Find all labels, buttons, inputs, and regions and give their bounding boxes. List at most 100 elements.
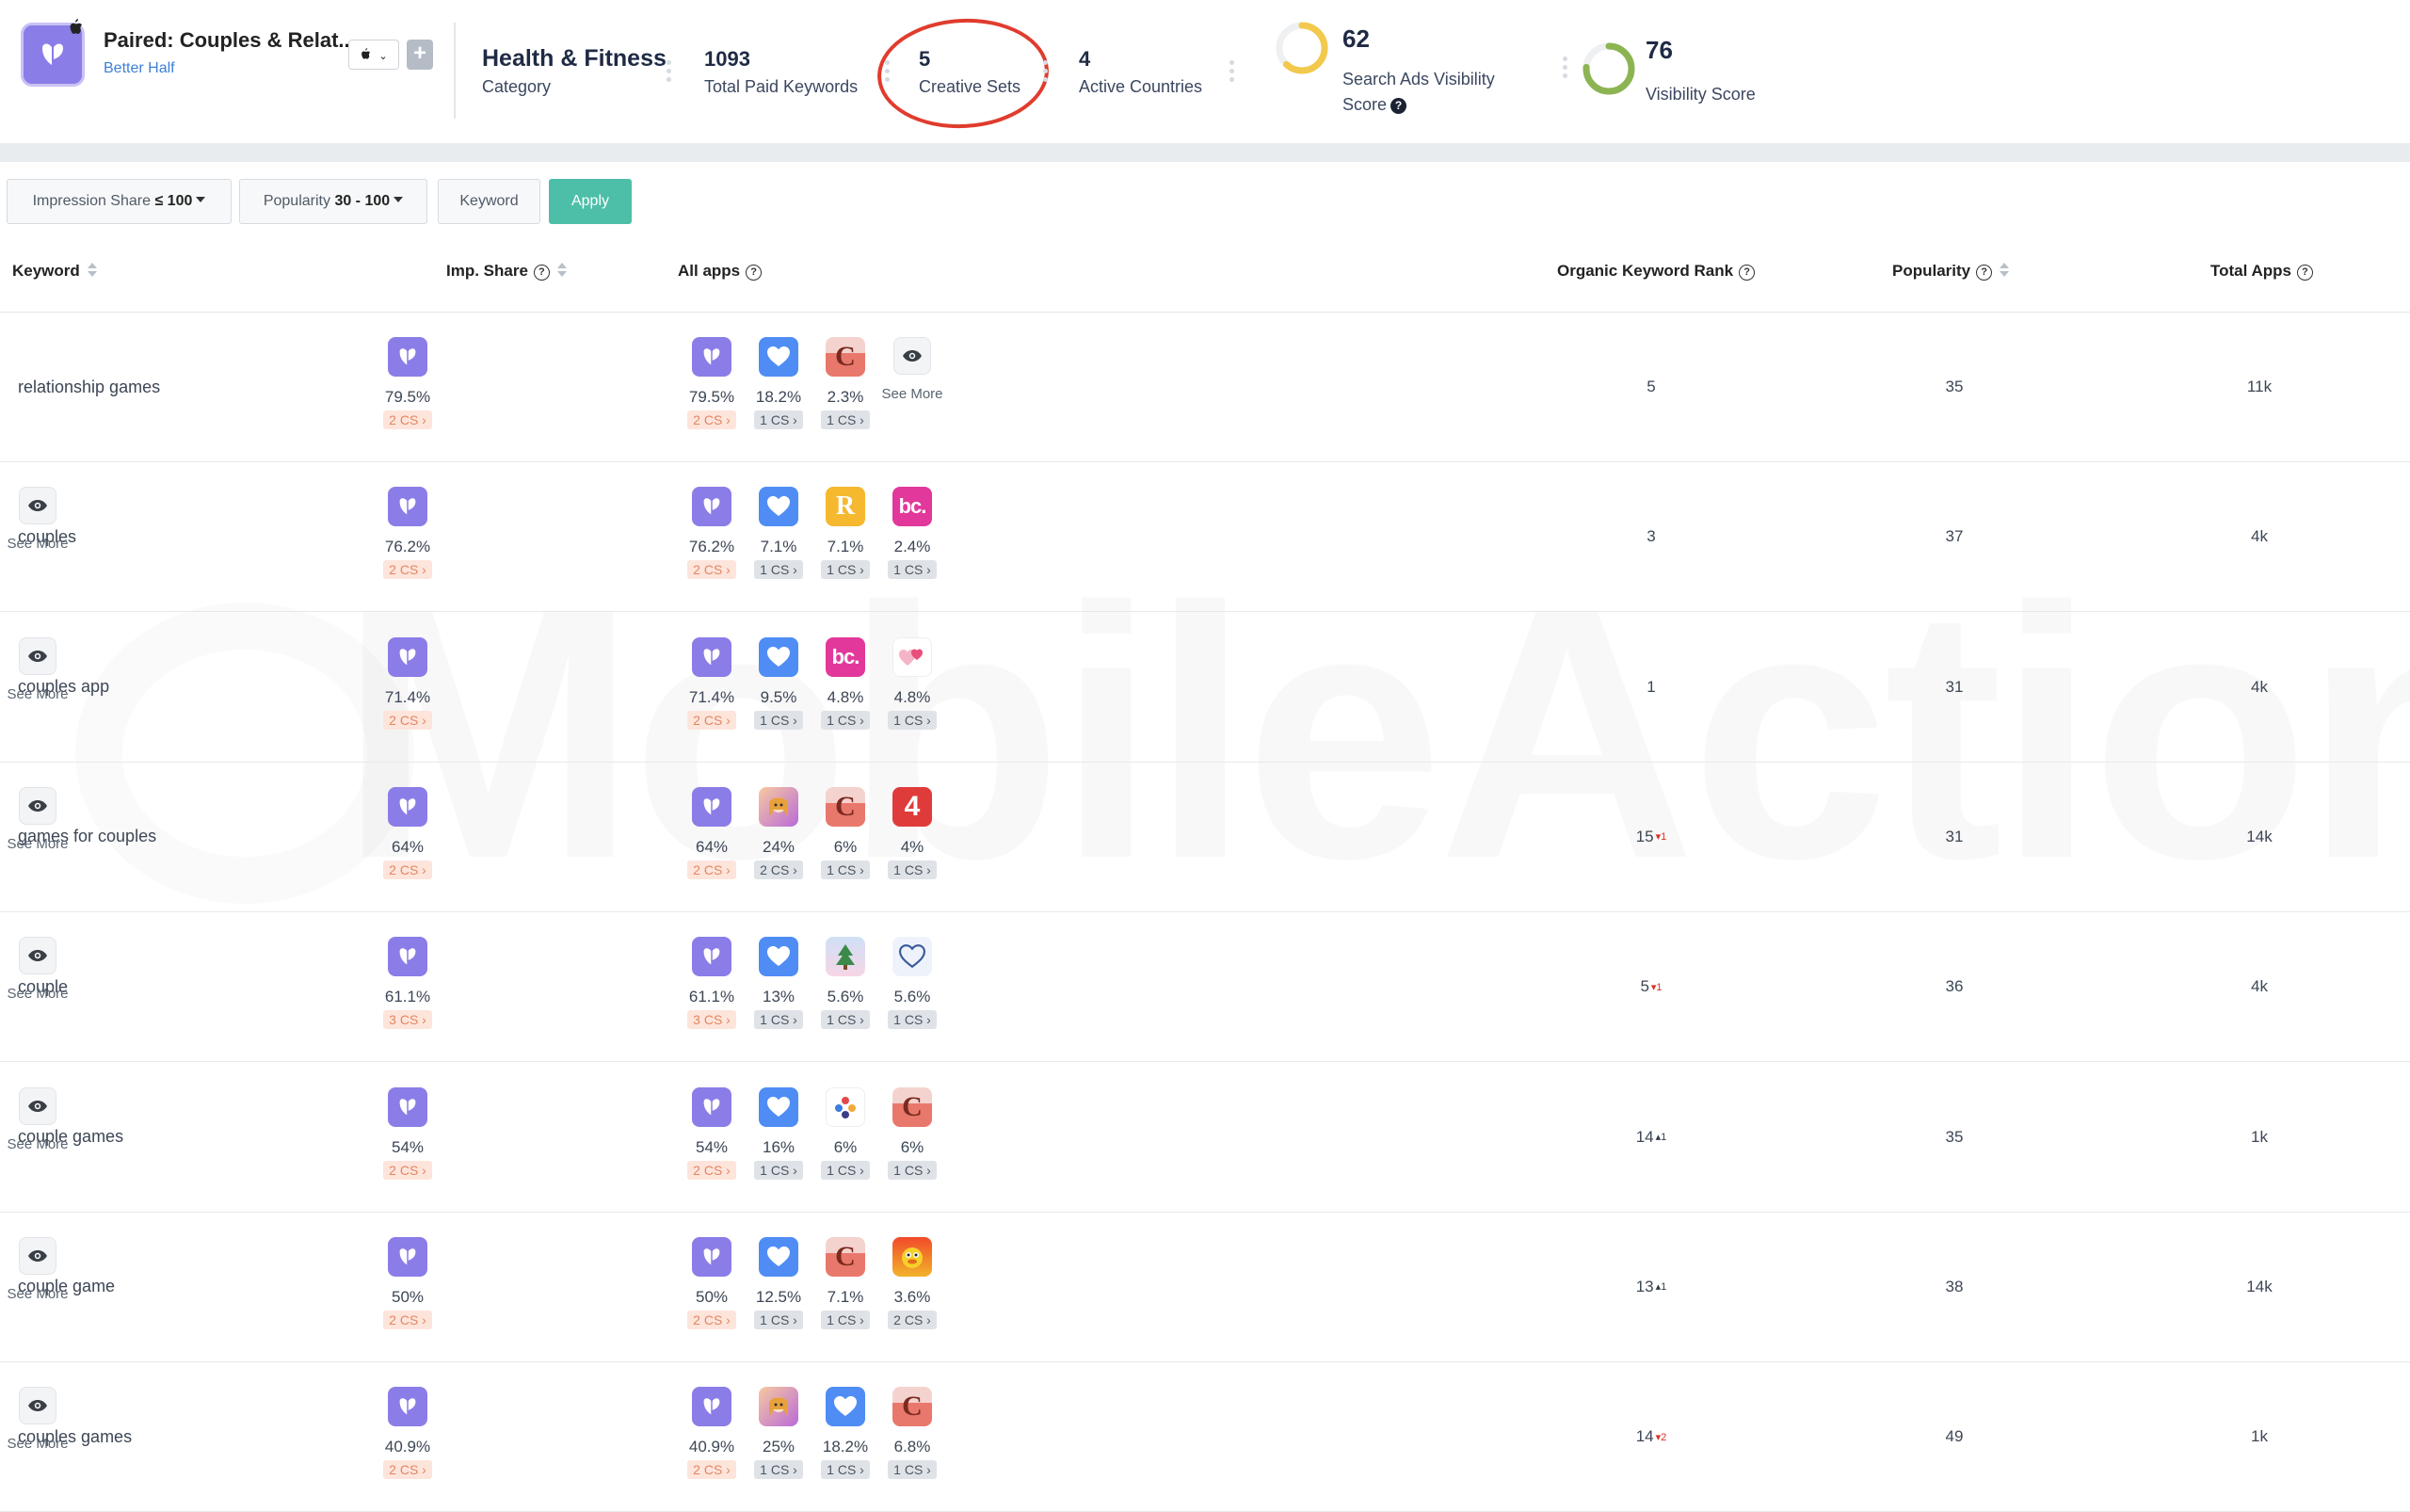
sort-icon[interactable] (87, 263, 97, 278)
creative-sets-badge[interactable]: 2 CS › (383, 710, 432, 730)
creative-sets-badge[interactable]: 2 CS › (383, 560, 432, 580)
help-icon[interactable]: ? (1739, 265, 1756, 281)
heart-blue-icon[interactable] (759, 1086, 798, 1127)
table-row[interactable]: couple games 54% 2 CS › 54% 2 CS › 16% 1… (0, 1063, 2410, 1213)
keyword-filter[interactable]: Keyword (438, 179, 540, 224)
paired-icon[interactable] (692, 636, 731, 677)
c-app-icon[interactable]: C (892, 1086, 932, 1127)
popularity-filter[interactable]: Popularity 30 - 100 (239, 179, 427, 224)
creative-sets-badge[interactable]: 1 CS › (888, 1460, 937, 1480)
table-row[interactable]: couple 61.1% 3 CS › 61.1% 3 CS › 13% 1 C… (0, 912, 2410, 1063)
impression-share-filter[interactable]: Impression Share ≤ 100 (7, 179, 232, 224)
table-row[interactable]: couple game 50% 2 CS › 50% 2 CS › 12.5% … (0, 1213, 2410, 1362)
r-app-icon[interactable]: R (826, 487, 865, 527)
see-more-button[interactable]: See More (0, 487, 75, 552)
dots-app-icon[interactable] (826, 1086, 865, 1127)
creative-sets-badge[interactable]: 2 CS › (754, 860, 803, 879)
paired-icon[interactable] (692, 786, 731, 827)
creative-sets-badge[interactable]: 2 CS › (687, 560, 736, 580)
bc-app-icon[interactable]: bc. (892, 487, 932, 527)
creative-sets-badge[interactable]: 1 CS › (821, 1460, 870, 1480)
heart-blue-icon[interactable] (759, 337, 798, 377)
creative-sets-badge[interactable]: 3 CS › (383, 1010, 432, 1030)
heart-outline-icon[interactable] (892, 937, 932, 977)
creative-sets-badge[interactable]: 2 CS › (687, 860, 736, 879)
paired-app-icon[interactable] (388, 487, 427, 527)
help-icon[interactable]: ? (746, 265, 763, 281)
table-row[interactable]: relationship games 79.5% 2 CS › 79.5% 2 … (0, 313, 2410, 462)
heart-blue-icon[interactable] (826, 1387, 865, 1427)
paired-app-icon[interactable] (388, 1236, 427, 1277)
creative-sets-badge[interactable]: 1 CS › (821, 560, 870, 580)
creative-sets-badge[interactable]: 1 CS › (888, 710, 937, 730)
column-header-keyword[interactable]: Keyword (12, 262, 97, 281)
paired-icon[interactable] (692, 1236, 731, 1277)
table-row[interactable]: couples games 40.9% 2 CS › 40.9% 2 CS › … (0, 1362, 2410, 1512)
see-more-button[interactable]: See More (0, 786, 75, 852)
paired-app-icon[interactable] (388, 937, 427, 977)
paired-icon[interactable] (692, 937, 731, 977)
creative-sets-badge[interactable]: 2 CS › (687, 1460, 736, 1480)
column-header-popularity[interactable]: Popularity? (1892, 262, 2010, 281)
help-icon[interactable]: ? (1976, 265, 1993, 281)
eye-icon[interactable] (19, 1236, 56, 1275)
creative-sets-badge[interactable]: 3 CS › (687, 1010, 736, 1030)
game-girl-icon[interactable] (759, 1387, 798, 1427)
creative-sets-badge[interactable]: 1 CS › (754, 1310, 803, 1329)
creative-sets-badge[interactable]: 1 CS › (888, 1010, 937, 1030)
heart-blue-icon[interactable] (759, 636, 798, 677)
keyword-text[interactable]: relationship games (18, 313, 160, 461)
see-more-button[interactable]: See More (0, 937, 75, 1002)
creative-sets-badge[interactable]: 1 CS › (754, 1160, 803, 1180)
creative-sets-badge[interactable]: 1 CS › (754, 1460, 803, 1480)
eye-icon[interactable] (19, 636, 56, 675)
bc-app-icon[interactable]: bc. (826, 636, 865, 677)
creative-sets-badge[interactable]: 1 CS › (821, 1310, 870, 1329)
duck-app-icon[interactable] (892, 1236, 932, 1277)
eye-icon[interactable] (893, 337, 931, 375)
creative-sets-badge[interactable]: 1 CS › (821, 710, 870, 730)
help-icon[interactable]: ? (1390, 98, 1407, 114)
creative-sets-badge[interactable]: 2 CS › (687, 1160, 736, 1180)
creative-sets-badge[interactable]: 2 CS › (383, 1460, 432, 1480)
creative-sets-badge[interactable]: 1 CS › (888, 560, 937, 580)
creative-sets-badge[interactable]: 2 CS › (383, 1310, 432, 1329)
c-app-icon[interactable]: C (826, 337, 865, 377)
creative-sets-badge[interactable]: 1 CS › (754, 710, 803, 730)
table-row[interactable]: games for couples 64% 2 CS › 64% 2 CS › … (0, 763, 2410, 912)
see-more-button[interactable]: See More (0, 1236, 75, 1302)
add-app-button[interactable]: + (407, 40, 433, 70)
paired-icon[interactable] (692, 1387, 731, 1427)
creative-sets-badge[interactable]: 2 CS › (687, 710, 736, 730)
creative-sets-badge[interactable]: 2 CS › (888, 1310, 937, 1329)
paired-app-icon[interactable] (388, 1387, 427, 1427)
game-girl-icon[interactable] (759, 786, 798, 827)
heart-blue-icon[interactable] (759, 1236, 798, 1277)
apply-button[interactable]: Apply (549, 179, 632, 224)
eye-icon[interactable] (19, 786, 56, 825)
creative-sets-badge[interactable]: 2 CS › (383, 1160, 432, 1180)
paired-icon[interactable] (692, 337, 731, 377)
creative-sets-badge[interactable]: 1 CS › (754, 1010, 803, 1030)
eye-icon[interactable] (19, 937, 56, 975)
paid-keywords-value[interactable]: 1093 (704, 47, 750, 72)
eye-icon[interactable] (19, 1387, 56, 1425)
table-row[interactable]: couples 76.2% 2 CS › 76.2% 2 CS › 7.1% 1… (0, 462, 2410, 613)
creative-sets-badge[interactable]: 1 CS › (821, 410, 870, 429)
creative-sets-badge[interactable]: 1 CS › (888, 1160, 937, 1180)
creative-sets-badge[interactable]: 1 CS › (754, 410, 803, 429)
c-app-icon[interactable]: C (826, 786, 865, 827)
creative-sets-badge[interactable]: 1 CS › (754, 560, 803, 580)
hearts-pink-icon[interactable] (892, 636, 932, 677)
c-app-icon[interactable]: C (826, 1236, 865, 1277)
creative-sets-badge[interactable]: 1 CS › (821, 860, 870, 879)
creative-sets-badge[interactable]: 2 CS › (383, 860, 432, 879)
creative-sets-badge[interactable]: 1 CS › (821, 1160, 870, 1180)
see-more-button[interactable]: See More (0, 1387, 75, 1452)
eye-icon[interactable] (19, 487, 56, 525)
creative-sets-badge[interactable]: 2 CS › (687, 410, 736, 429)
paired-app-icon[interactable] (388, 1086, 427, 1127)
creative-sets-badge[interactable]: 2 CS › (687, 1310, 736, 1329)
sort-icon[interactable] (556, 263, 567, 278)
paired-icon[interactable] (692, 487, 731, 527)
